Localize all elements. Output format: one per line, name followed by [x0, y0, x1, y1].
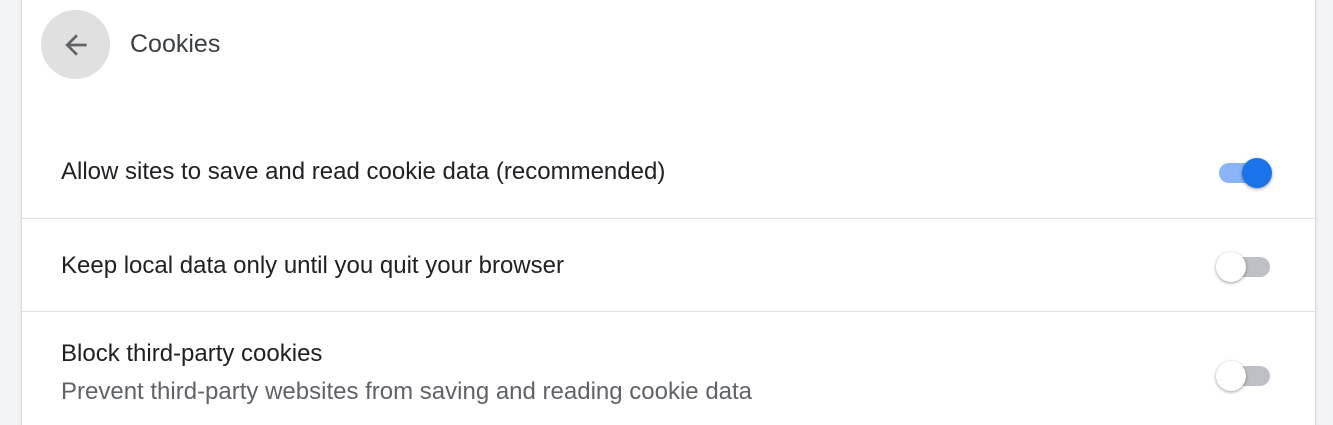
back-button[interactable]	[41, 10, 110, 79]
toggle-knob	[1216, 361, 1246, 391]
setting-row-keep-local-data[interactable]: Keep local data only until you quit your…	[22, 220, 1315, 312]
setting-label: Allow sites to save and read cookie data…	[61, 158, 666, 185]
arrow-back-icon	[64, 33, 87, 56]
setting-label: Block third-party cookies	[61, 340, 323, 367]
block-third-party-toggle[interactable]	[1216, 361, 1272, 391]
toggle-knob	[1242, 158, 1272, 188]
keep-local-data-toggle[interactable]	[1216, 252, 1272, 282]
cookies-settings-card: Cookies Allow sites to save and read coo…	[21, 0, 1316, 425]
page-title: Cookies	[130, 30, 221, 58]
setting-row-block-third-party[interactable]: Block third-party cookies Prevent third-…	[22, 313, 1315, 425]
setting-row-allow-cookies[interactable]: Allow sites to save and read cookie data…	[22, 127, 1315, 219]
toggle-knob	[1216, 252, 1246, 282]
setting-label: Keep local data only until you quit your…	[61, 252, 564, 279]
page-header: Cookies	[22, 0, 1315, 90]
setting-description: Prevent third-party websites from saving…	[61, 378, 753, 405]
allow-cookies-toggle[interactable]	[1216, 158, 1272, 188]
